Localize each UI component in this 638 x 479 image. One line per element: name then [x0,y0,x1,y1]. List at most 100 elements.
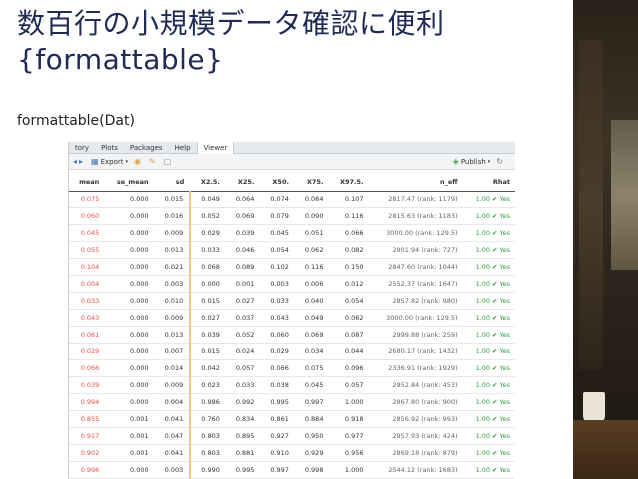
rhat-status: Yes [499,263,511,271]
column-header[interactable]: n_eff [369,177,464,192]
rhat-cell: 1.00✔Yes [463,444,515,462]
column-header[interactable]: X50. [260,177,295,192]
rhat-status: Yes [499,465,511,474]
rhat-value: 1.00 [475,246,491,255]
rhat-status: Yes [499,195,511,204]
table-cell: 0.000 [105,224,155,243]
tab-viewer[interactable]: Viewer [196,142,235,154]
tab-tory[interactable]: tory [69,142,95,154]
rhat-cell: 1.00✔Yes [463,427,515,445]
rhat-value: 1.00 [475,195,491,204]
rhat-status: Yes [499,415,511,424]
table-row: 0.029 0.000 0.007 0.015 0.024 0.029 0.034 0.044… [69,343,515,361]
table-cell: 0.029 [190,224,226,243]
table-cell: 0.000 [105,376,155,395]
table-cell: 0.041 [154,410,192,428]
table-row: 0.055 0.000 0.013 0.033 0.046 0.054 0.062 0.082… [69,241,515,260]
check-icon: ✔ [492,448,498,457]
back-forward-arrows[interactable]: ◂ ▸ [73,157,85,166]
table-cell: 3000.00 (rank: 129.5) [369,224,464,243]
table-cell: 2815.63 (rank: 1183) [369,207,464,226]
refresh-button[interactable]: ↻ [496,157,505,166]
broom-icon: ✎ [149,157,156,166]
table-cell: 0.045 [260,224,295,243]
table-cell: 0.950 [294,427,330,445]
tab-packages[interactable]: Packages [124,142,169,154]
table-cell: 0.997 [260,461,295,479]
rhat-value: 1.00 [475,465,491,474]
rhat-status: Yes [499,431,511,440]
table-cell: 0.884 [294,410,330,428]
table-cell: 2857.82 (rank: 980) [369,292,464,310]
column-header[interactable]: se_mean [105,177,155,192]
table-cell: 0.052 [190,207,226,226]
table-cell: 0.001 [225,275,261,293]
table-row: 0.917 0.001 0.047 0.803 0.895 0.927 0.950 0.977… [69,427,515,445]
table-cell: 0.043 [260,309,295,327]
table-cell: 0.000 [105,191,155,209]
table-cell: 0.075 [69,191,106,209]
back-arrow-icon[interactable]: ◂ [73,157,77,166]
column-header[interactable]: X25. [225,177,261,192]
check-icon: ✔ [492,364,498,373]
column-header[interactable]: X75. [294,177,330,192]
column-header[interactable]: X2.5. [190,177,226,192]
table-row: 0.902 0.001 0.041 0.803 0.881 0.910 0.929 0.956… [69,444,515,462]
rhat-status: Yes [499,279,511,288]
tab-help[interactable]: Help [169,142,197,154]
table-cell: 0.033 [190,241,226,260]
table-cell: 0.090 [294,207,330,226]
rstudio-viewer-panel: tory Plots Packages Help Viewer ◂ ▸ ▦ Export… [68,142,515,479]
table-row: 0.039 0.000 0.009 0.023 0.033 0.038 0.045 0.057… [69,376,515,395]
table-row: 0.996 0.000 0.003 0.990 0.995 0.997 0.998 1.000… [69,461,515,479]
table-row: 0.994 0.000 0.004 0.986 0.992 0.995 0.997 1.000… [69,393,515,412]
column-header[interactable]: mean [69,177,106,192]
table-cell: 0.012 [329,275,370,293]
table-cell: 0.104 [69,258,106,276]
table-cell: 0.027 [190,309,226,327]
table-cell: 1.000 [329,461,370,479]
publish-label: Publish [460,157,486,166]
table-cell: 2867.80 (rank: 900) [369,393,464,412]
table-cell: 2336.91 (rank: 1929) [369,359,464,378]
check-icon: ✔ [492,330,498,339]
table-cell: 0.023 [190,376,226,395]
table-cell: 0.929 [294,444,330,462]
table-cell: 0.000 [105,309,155,327]
table-cell: 0.006 [294,275,330,293]
table-cell: 0.034 [294,343,330,361]
table-cell: 0.079 [260,207,295,226]
forward-arrow-icon[interactable]: ▸ [79,157,83,166]
table-cell: 0.003 [260,275,295,293]
table-cell: 2957.93 (rank: 424) [369,427,464,445]
column-header[interactable]: sd [154,177,191,192]
rhat-cell: 1.00✔Yes [463,207,515,226]
table-cell: 0.760 [190,410,226,428]
table-cell: 0.000 [105,275,155,293]
publish-button[interactable]: ◈ Publish ▾ [453,157,491,166]
table-row: 0.075 0.000 0.015 0.049 0.064 0.074 0.084 0.107… [69,191,515,209]
export-button[interactable]: ▦ Export ▾ [91,157,128,166]
table-cell: 2999.88 (rank: 259) [369,326,464,344]
table-cell: 0.041 [154,444,192,462]
rhat-value: 1.00 [475,381,491,390]
table-cell: 0.044 [329,343,370,361]
new-window-button[interactable]: ▢ [164,157,174,166]
table-cell: 0.055 [69,241,106,260]
column-header[interactable]: Rhat [463,177,515,192]
column-header[interactable]: X97.5. [329,177,370,192]
table-cell: 0.057 [329,376,370,395]
table-cell: 0.049 [190,191,226,209]
rhat-cell: 1.00✔Yes [463,275,515,293]
rhat-value: 1.00 [475,229,491,238]
tab-plots[interactable]: Plots [95,142,124,154]
table-cell: 0.096 [329,359,370,378]
table-cell: 0.033 [225,376,261,395]
table-cell: 0.014 [154,359,192,378]
clear-viewer-button[interactable]: ◉ [134,157,143,166]
brush-button[interactable]: ✎ [149,157,158,166]
background-photo [573,0,638,479]
table-cell: 0.000 [105,292,155,310]
check-icon: ✔ [492,195,498,204]
table-cell: 0.084 [294,191,330,209]
